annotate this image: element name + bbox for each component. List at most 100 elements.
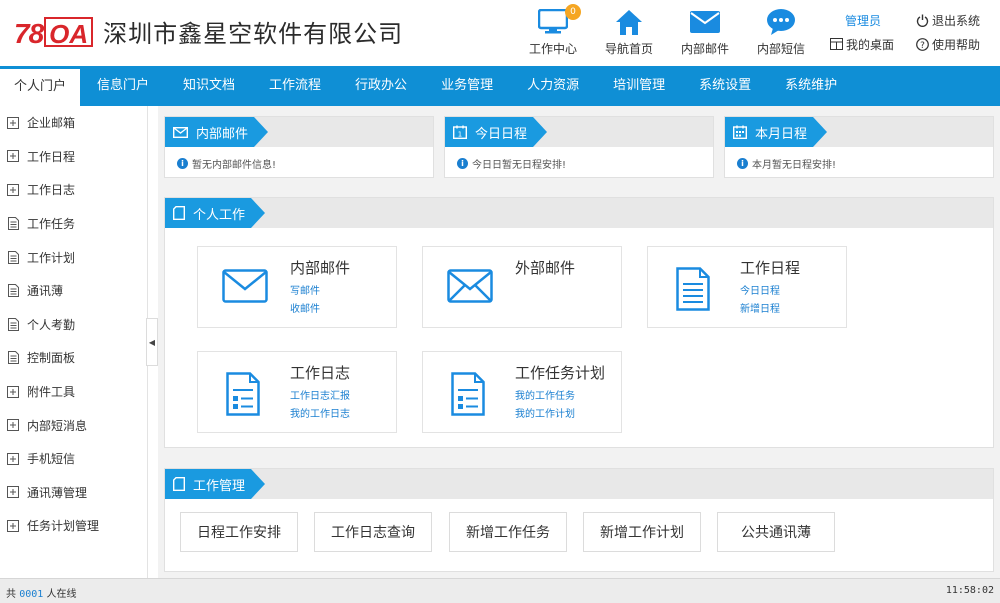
top-nav-internal-sms[interactable]: 内部短信	[743, 6, 819, 60]
plus-box-icon	[6, 116, 20, 130]
sidebar-item[interactable]: 通讯薄	[0, 274, 147, 308]
user-links: 管理员 退出系统 我的桌面 ? 使用帮助	[830, 8, 980, 56]
top-nav-internal-mail[interactable]: 内部邮件	[667, 6, 743, 60]
doc-icon	[6, 250, 20, 264]
sidebar-item[interactable]: 企业邮箱	[0, 106, 147, 140]
plus-box-icon	[6, 452, 20, 466]
caret-left-icon: ◀	[148, 337, 156, 347]
sidebar-item[interactable]: 附件工具	[0, 375, 147, 409]
desktop-link[interactable]: 我的桌面	[830, 36, 894, 53]
grid-icon	[830, 38, 843, 50]
today-schedule-panel: 1 今日日程 i 今日日暂无日程安排!	[444, 116, 714, 178]
doc-icon	[6, 351, 20, 365]
plus-box-icon	[6, 149, 20, 163]
sidebar-collapse-handle[interactable]: ◀	[146, 318, 158, 366]
schedule-arrangement-button[interactable]: 日程工作安排	[180, 512, 298, 552]
desktop-label: 我的桌面	[846, 37, 895, 52]
work-log-query-button[interactable]: 工作日志查询	[314, 512, 432, 552]
sidebar-item[interactable]: 工作日志	[0, 173, 147, 207]
admin-link[interactable]: 管理员	[845, 12, 881, 29]
sidebar-item[interactable]: 任务计划管理	[0, 509, 147, 543]
panel-header: 本月日程	[725, 117, 993, 147]
form-icon	[226, 372, 260, 419]
panel-title: 本月日程	[755, 126, 808, 142]
help-link[interactable]: ? 使用帮助	[916, 36, 980, 53]
card-title: 工作日程	[740, 259, 801, 277]
sidebar-item[interactable]: 内部短消息	[0, 408, 147, 442]
panel-tag: 内部邮件	[165, 117, 269, 147]
menu-personal-portal[interactable]: 个人门户	[0, 66, 80, 106]
panel-tag: 个人工作	[165, 198, 266, 228]
menu-info-portal[interactable]: 信息门户	[80, 66, 166, 106]
inbox-mail-link[interactable]: 收邮件	[290, 300, 320, 315]
plus-box-icon	[6, 519, 20, 533]
menu-workflow[interactable]: 工作流程	[252, 66, 338, 106]
new-schedule-link[interactable]: 新增日程	[740, 300, 780, 315]
personal-work-panel: 个人工作 内部邮件 写邮件 收邮件 外部邮件 工作日程 今日日程 新增日程 工作…	[164, 197, 994, 448]
panel-tag: 本月日程	[725, 117, 828, 147]
panel-tag: 1 今日日程	[445, 117, 548, 147]
my-work-plan-link[interactable]: 我的工作计划	[515, 405, 575, 420]
panel-title: 个人工作	[193, 207, 246, 223]
panel-message-text: 暂无内部邮件信息!	[192, 160, 277, 171]
logo-mark: 78 OA	[14, 16, 94, 49]
logo[interactable]: 78 OA 深圳市鑫星空软件有限公司	[14, 14, 403, 49]
sidebar-item[interactable]: 手机短信	[0, 442, 147, 476]
info-icon: i	[457, 158, 468, 169]
menu-business[interactable]: 业务管理	[424, 66, 510, 106]
sidebar-item[interactable]: 个人考勤	[0, 308, 147, 342]
menu-system-settings[interactable]: 系统设置	[682, 66, 768, 106]
compose-mail-link[interactable]: 写邮件	[290, 282, 320, 297]
calendar-grid-icon	[733, 125, 747, 139]
menu-knowledge-docs[interactable]: 知识文档	[166, 66, 252, 106]
card-work-schedule[interactable]: 工作日程 今日日程 新增日程	[647, 246, 847, 328]
logout-link[interactable]: 退出系统	[916, 12, 980, 29]
logout-label: 退出系统	[931, 13, 980, 28]
my-work-log-link[interactable]: 我的工作日志	[290, 405, 350, 420]
sidebar-item-label: 工作计划	[27, 250, 76, 265]
content-area: 内部邮件 i 暂无内部邮件信息! 1 今日日程 i 今日日暂无日程安排! 本月日…	[158, 106, 1000, 578]
sidebar-item[interactable]: 通讯薄管理	[0, 476, 147, 510]
card-work-task-plan[interactable]: 工作任务计划 我的工作任务 我的工作计划	[422, 351, 622, 433]
doc-icon	[6, 217, 20, 231]
sidebar-item-label: 通讯薄	[27, 284, 64, 299]
sidebar-item[interactable]: 工作计划	[0, 240, 147, 274]
sidebar-item[interactable]: 控制面板	[0, 341, 147, 375]
plus-box-icon	[6, 418, 20, 432]
card-external-mail[interactable]: 外部邮件	[422, 246, 622, 328]
svg-text:1: 1	[458, 131, 462, 139]
clipboard-icon	[173, 206, 185, 220]
menu-training[interactable]: 培训管理	[596, 66, 682, 106]
power-icon	[916, 14, 929, 27]
help-icon: ?	[916, 37, 929, 51]
card-internal-mail[interactable]: 内部邮件 写邮件 收邮件	[197, 246, 397, 328]
sidebar-item-label: 企业邮箱	[27, 116, 76, 131]
menu-admin-office[interactable]: 行政办公	[338, 66, 424, 106]
public-contacts-button[interactable]: 公共通讯薄	[717, 512, 835, 552]
panel-message-text: 本月暂无日程安排!	[752, 160, 837, 171]
panel-header: 1 今日日程	[445, 117, 713, 147]
menu-hr[interactable]: 人力资源	[510, 66, 596, 106]
sidebar-item[interactable]: 工作日程	[0, 140, 147, 174]
top-nav-home[interactable]: 导航首页	[591, 6, 667, 60]
sidebar-item[interactable]: 工作任务	[0, 207, 147, 241]
card-work-log[interactable]: 工作日志 工作日志汇报 我的工作日志	[197, 351, 397, 433]
online-count: 共 0001 人在线	[6, 585, 76, 600]
online-number: 0001	[19, 589, 44, 600]
my-work-task-link[interactable]: 我的工作任务	[515, 387, 575, 402]
new-work-task-button[interactable]: 新增工作任务	[449, 512, 567, 552]
menu-system-maintenance[interactable]: 系统维护	[768, 66, 854, 106]
panel-tag: 工作管理	[165, 469, 266, 499]
sidebar-item-label: 个人考勤	[27, 317, 76, 332]
today-schedule-link[interactable]: 今日日程	[740, 282, 780, 297]
doc-icon	[6, 317, 20, 331]
panel-message-text: 今日日暂无日程安排!	[472, 160, 567, 171]
sidebar-item-label: 工作任务	[27, 217, 76, 232]
top-nav-work-center[interactable]: 0 工作中心	[515, 4, 591, 60]
new-work-plan-button[interactable]: 新增工作计划	[583, 512, 701, 552]
clipboard-icon	[173, 477, 185, 491]
work-log-report-link[interactable]: 工作日志汇报	[290, 387, 350, 402]
header: 78 OA 深圳市鑫星空软件有限公司 0 工作中心 导航首页 内部邮件 内部短信…	[0, 0, 1000, 66]
sidebar-item-label: 通讯薄管理	[27, 485, 88, 500]
document-icon	[676, 267, 710, 314]
